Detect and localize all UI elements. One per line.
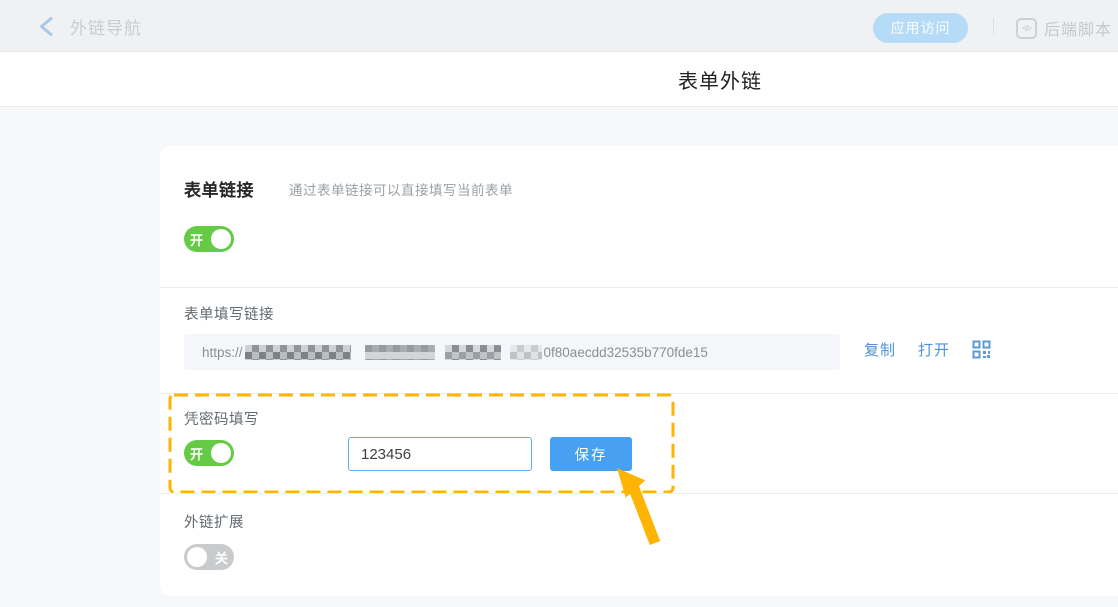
form-link-toggle[interactable]: 开 bbox=[184, 226, 234, 252]
url-suffix: 0f80aecdd32535b770fde15 bbox=[544, 345, 708, 360]
app-access-button[interactable]: 应用访问 bbox=[873, 13, 968, 43]
top-bar: 外链导航 应用访问 </> 后端脚本 bbox=[0, 0, 1118, 52]
backend-script-label: 后端脚本 bbox=[1044, 16, 1112, 40]
url-redacted-mosaic bbox=[245, 345, 542, 360]
external-link-extension-label: 外链扩展 bbox=[184, 511, 244, 532]
toggle-knob bbox=[211, 443, 231, 463]
qrcode-button[interactable] bbox=[972, 340, 991, 359]
extension-toggle-label: 关 bbox=[212, 548, 231, 567]
fill-link-label: 表单填写链接 bbox=[184, 303, 274, 324]
toggle-knob bbox=[211, 229, 231, 249]
back-icon[interactable] bbox=[38, 16, 54, 37]
password-fill-toggle[interactable]: 开 bbox=[184, 440, 234, 466]
form-link-settings-card: 表单链接 通过表单链接可以直接填写当前表单 开 表单填写链接 https:// … bbox=[160, 146, 1118, 596]
code-icon: </> bbox=[1016, 18, 1037, 39]
backend-script-button[interactable]: </> 后端脚本 bbox=[1016, 13, 1112, 43]
qrcode-icon bbox=[972, 340, 991, 359]
form-link-toggle-label: 开 bbox=[187, 230, 206, 249]
copy-link-button[interactable]: 复制 bbox=[864, 339, 896, 360]
form-fill-url-field[interactable]: https:// 0f80aecdd32535b770fde15 bbox=[184, 334, 840, 370]
open-link-button[interactable]: 打开 bbox=[918, 339, 950, 360]
password-toggle-label: 开 bbox=[187, 444, 206, 463]
password-input[interactable] bbox=[348, 437, 532, 471]
url-prefix: https:// bbox=[202, 345, 243, 360]
save-button[interactable]: 保存 bbox=[550, 437, 632, 471]
topbar-separator bbox=[993, 18, 994, 35]
section-divider bbox=[160, 493, 1118, 494]
section-divider bbox=[160, 393, 1118, 394]
breadcrumb-nav-title: 外链导航 bbox=[70, 14, 142, 39]
external-link-extension-toggle[interactable]: 关 bbox=[184, 544, 234, 570]
form-link-section-title: 表单链接 bbox=[184, 176, 254, 201]
form-link-heading-row: 表单链接 通过表单链接可以直接填写当前表单 bbox=[184, 176, 513, 201]
page-header: 表单外链 bbox=[0, 52, 1118, 107]
page-title: 表单外链 bbox=[0, 52, 1118, 107]
form-link-section-description: 通过表单链接可以直接填写当前表单 bbox=[289, 179, 513, 199]
toggle-knob bbox=[187, 547, 207, 567]
section-divider bbox=[160, 287, 1118, 288]
form-external-link-page: 外链导航 应用访问 </> 后端脚本 表单外链 表单链接 通过表单链接可以直接填… bbox=[0, 0, 1118, 607]
url-actions: 复制 打开 bbox=[864, 339, 991, 360]
password-fill-label: 凭密码填写 bbox=[184, 408, 259, 429]
